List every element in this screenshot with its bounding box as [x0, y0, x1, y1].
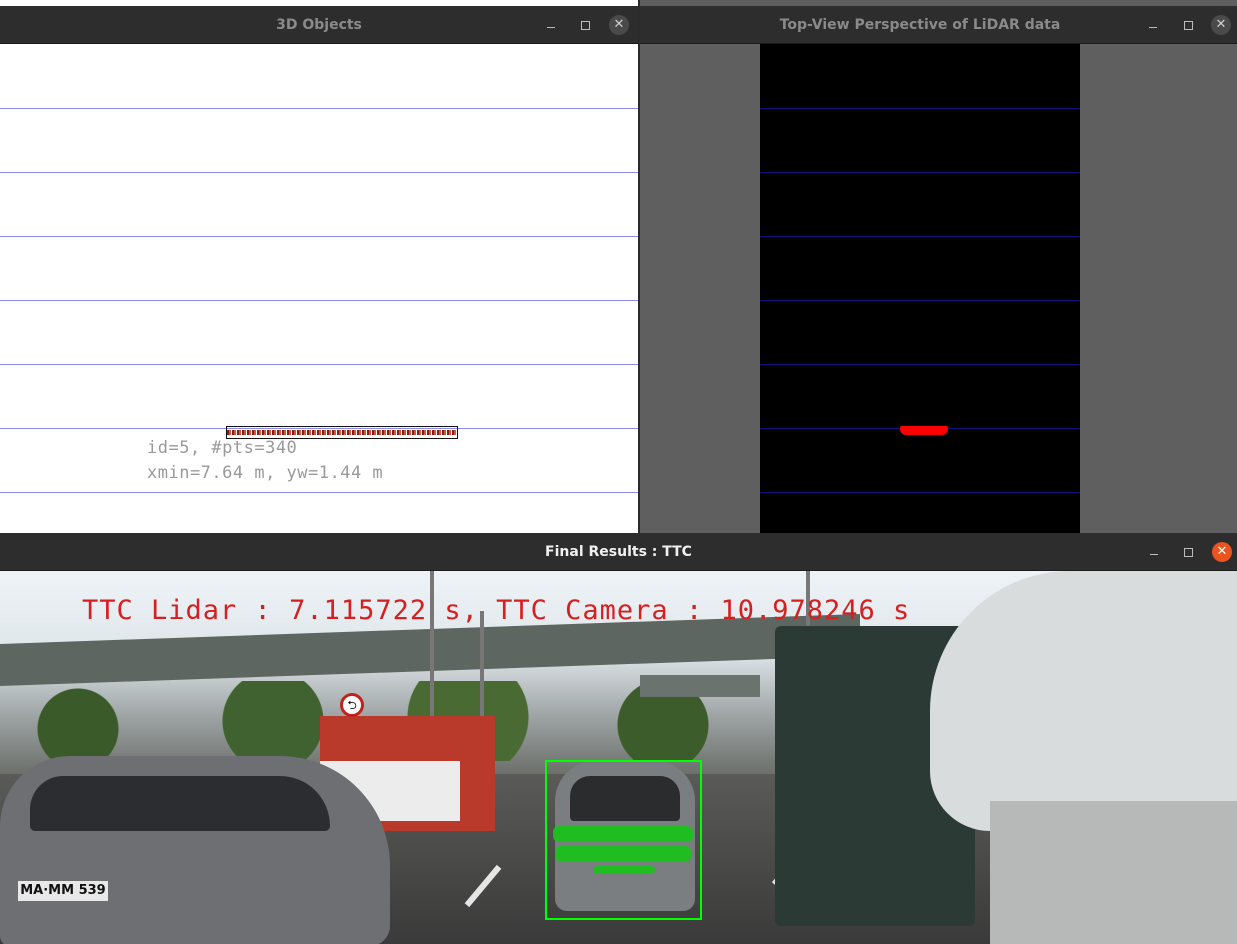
- tanker-chassis: [990, 801, 1237, 944]
- close-icon[interactable]: ✕: [609, 15, 629, 35]
- object-distance-label: xmin=7.64 m, yw=1.44 m: [147, 463, 384, 483]
- license-plate: MA·MM 539: [18, 881, 108, 901]
- grid-line: [760, 492, 1080, 493]
- minimize-icon[interactable]: [1143, 15, 1163, 35]
- window-title: Top-View Perspective of LiDAR data: [779, 17, 1061, 33]
- lidar-projection: [553, 826, 693, 842]
- street-pole: [430, 571, 434, 721]
- lidar-projection: [593, 866, 655, 874]
- tanker-truck: [930, 571, 1237, 831]
- topview-canvas: [760, 44, 1080, 533]
- ttc-result-text: TTC Lidar : 7.115722 s, TTC Camera : 10.…: [82, 595, 911, 626]
- titlebar-final-results[interactable]: Final Results : TTC ✕: [0, 533, 1237, 571]
- grid-line: [760, 236, 1080, 237]
- grid-line: [0, 492, 638, 493]
- close-icon[interactable]: ✕: [1211, 15, 1231, 35]
- maximize-icon[interactable]: [1178, 15, 1198, 35]
- window-final-results: Final Results : TTC ✕ ⮌ MA·MM 539 TTC Li…: [0, 533, 1237, 944]
- minimize-icon[interactable]: [1144, 542, 1164, 562]
- car-rear-window: [30, 776, 330, 831]
- grid-line: [760, 364, 1080, 365]
- grid-line: [0, 108, 638, 109]
- window-title: Final Results : TTC: [545, 544, 692, 560]
- lidar-projection: [555, 846, 691, 862]
- grid-line: [0, 236, 638, 237]
- grid-line: [760, 108, 1080, 109]
- no-u-turn-sign-icon: ⮌: [340, 693, 364, 717]
- maximize-icon[interactable]: [1178, 542, 1198, 562]
- titlebar-3d-objects[interactable]: 3D Objects ✕: [0, 6, 638, 44]
- distant-bridge: [640, 675, 760, 697]
- grid-line: [760, 300, 1080, 301]
- lidar-points-topview: [900, 426, 948, 435]
- grid-line: [0, 172, 638, 173]
- grid-line: [0, 364, 638, 365]
- camera-image: ⮌ MA·MM 539 TTC Lidar : 7.115722 s, TTC …: [0, 571, 1237, 944]
- minimize-icon[interactable]: [541, 15, 561, 35]
- maximize-icon[interactable]: [575, 15, 595, 35]
- grid-line: [0, 300, 638, 301]
- objects-canvas: id=5, #pts=340 xmin=7.64 m, yw=1.44 m: [0, 44, 638, 533]
- window-3d-objects: 3D Objects ✕ id=5, #pts=340 xmin=7.64 m,…: [0, 0, 638, 533]
- close-icon[interactable]: ✕: [1212, 542, 1232, 562]
- object-id-label: id=5, #pts=340: [147, 438, 298, 458]
- lidar-point-cloud: [227, 430, 457, 435]
- titlebar-topview[interactable]: Top-View Perspective of LiDAR data ✕: [640, 6, 1237, 44]
- grid-line: [760, 172, 1080, 173]
- window-topview: Top-View Perspective of LiDAR data ✕: [640, 0, 1237, 533]
